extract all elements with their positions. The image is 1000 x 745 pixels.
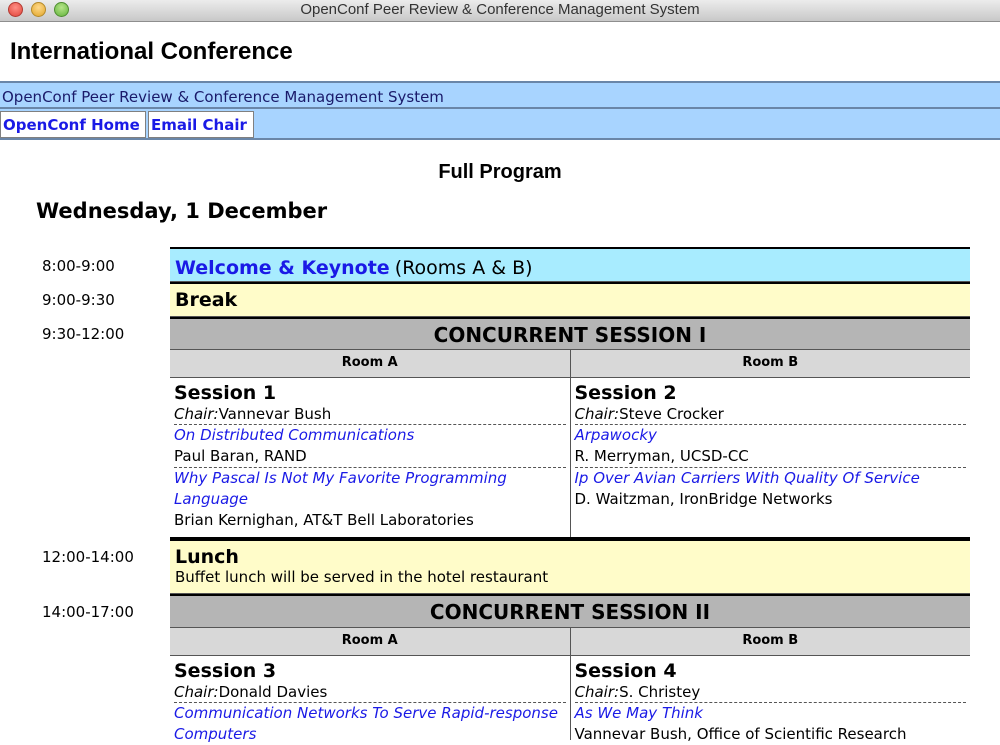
paper-title-link[interactable]: On Distributed Communications [174, 425, 566, 446]
keynote-block: Welcome & Keynote (Rooms A & B) [170, 247, 970, 282]
room-header-row-2: Room A Room B [170, 628, 970, 656]
keynote-link[interactable]: Welcome & Keynote [175, 257, 390, 279]
paper-authors: Paul Baran, RAND [174, 447, 307, 465]
chair-name: Donald Davies [218, 683, 328, 701]
chair-label: Chair: [574, 405, 620, 423]
paper-authors: D. Waitzman, IronBridge Networks [574, 490, 833, 508]
system-bar: OpenConf Peer Review & Conference Manage… [0, 81, 1000, 109]
concurrent-session-2-title: CONCURRENT SESSION II [429, 600, 711, 624]
session-4-cell: Session 4 Chair:S. Christey As We May Th… [571, 656, 971, 743]
paper-item: Communication Networks To Serve Rapid-re… [174, 703, 566, 745]
lunch-title: Lunch [175, 546, 239, 568]
session-1-cell: Session 1 Chair:Vannevar Bush On Distrib… [170, 378, 571, 537]
paper-authors: Brian Kernighan, AT&T Bell Laboratories [174, 511, 474, 529]
room-a-label: Room A [170, 350, 571, 377]
openconf-home-link[interactable]: OpenConf Home [0, 111, 146, 138]
time-slot-keynote: 8:00-9:00 [42, 257, 115, 275]
break-block: Break [170, 282, 970, 317]
session-2-chair: Chair:Steve Crocker [574, 404, 966, 425]
window-titlebar: OpenConf Peer Review & Conference Manage… [0, 0, 1000, 22]
email-chair-link[interactable]: Email Chair [148, 111, 254, 138]
paper-title-link[interactable]: Ip Over Avian Carriers With Quality Of S… [575, 468, 967, 489]
session-4-chair: Chair:S. Christey [574, 682, 966, 703]
paper-title-link[interactable]: Why Pascal Is Not My Favorite Programmin… [174, 468, 566, 510]
chair-name: Vannevar Bush [218, 405, 332, 423]
concurrent-session-2-header: CONCURRENT SESSION II [170, 594, 970, 628]
session-3-chair: Chair:Donald Davies [174, 682, 566, 703]
paper-authors: Vannevar Bush, Office of Scientific Rese… [574, 725, 907, 743]
room-b-label: Room B [742, 355, 799, 370]
session-1-chair: Chair:Vannevar Bush [174, 404, 566, 425]
paper-item: Arpawocky R. Merryman, UCSD-CC [574, 425, 967, 468]
concurrent-session-1-title: CONCURRENT SESSION I [433, 323, 707, 347]
nav-bar: OpenConf Home Email Chair [0, 109, 1000, 140]
paper-item: On Distributed Communications Paul Baran… [174, 425, 566, 468]
session-row-2: Session 3 Chair:Donald Davies Communicat… [170, 656, 971, 743]
paper-title-link[interactable]: As We May Think [575, 703, 967, 724]
room-a-label: Room A [170, 628, 571, 655]
session-3-name: Session 3 [174, 660, 277, 682]
session-1-name: Session 1 [174, 382, 277, 404]
chair-name: S. Christey [619, 683, 701, 701]
chair-label: Chair: [174, 405, 219, 423]
time-slot-break: 9:00-9:30 [42, 291, 115, 309]
paper-title-link[interactable]: Arpawocky [575, 425, 967, 446]
time-slot-lunch: 12:00-14:00 [42, 548, 134, 566]
session-3-cell: Session 3 Chair:Donald Davies Communicat… [170, 656, 571, 743]
paper-item: Ip Over Avian Carriers With Quality Of S… [575, 468, 967, 510]
session-2-name: Session 2 [574, 382, 677, 404]
paper-item: As We May Think Vannevar Bush, Office of… [575, 703, 967, 745]
room-header-row-1: Room A Room B [170, 350, 970, 378]
keynote-room: (Rooms A & B) [394, 257, 533, 279]
lunch-block: Lunch Buffet lunch will be served in the… [170, 539, 970, 594]
chair-name: Steve Crocker [619, 405, 724, 423]
room-b-label: Room B [742, 633, 799, 648]
chair-label: Chair: [574, 683, 620, 701]
paper-authors: R. Merryman, UCSD-CC [574, 447, 749, 465]
time-slot-session1: 9:30-12:00 [42, 325, 125, 343]
time-slot-session2: 14:00-17:00 [42, 603, 134, 621]
page-title: Full Program [438, 161, 562, 183]
window-title: OpenConf Peer Review & Conference Manage… [300, 1, 700, 18]
lunch-note: Buffet lunch will be served in the hotel… [175, 568, 549, 586]
chair-label: Chair: [174, 683, 219, 701]
paper-item: Why Pascal Is Not My Favorite Programmin… [174, 468, 566, 531]
concurrent-session-1-header: CONCURRENT SESSION I [170, 317, 970, 350]
break-title: Break [175, 289, 238, 311]
day-heading: Wednesday, 1 December [36, 199, 328, 223]
session-2-cell: Session 2 Chair:Steve Crocker Arpawocky … [571, 378, 971, 537]
system-bar-label: OpenConf Peer Review & Conference Manage… [2, 88, 444, 106]
session-4-name: Session 4 [574, 660, 677, 682]
session-row-1: Session 1 Chair:Vannevar Bush On Distrib… [170, 378, 970, 539]
conference-title: International Conference [10, 38, 293, 65]
paper-title-link[interactable]: Communication Networks To Serve Rapid-re… [174, 703, 566, 745]
